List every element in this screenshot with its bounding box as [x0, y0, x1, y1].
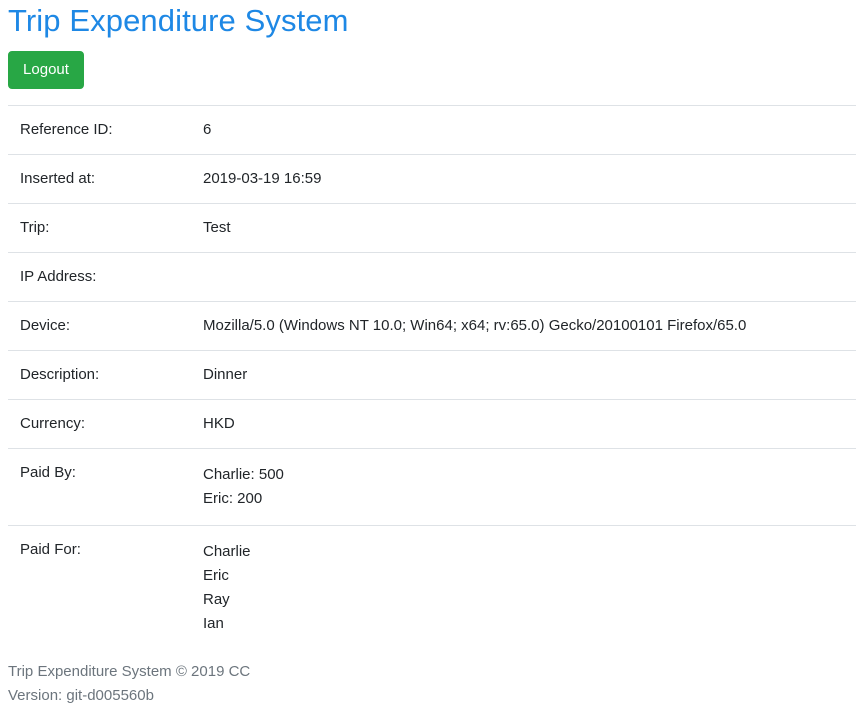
paid-by-list: Charlie: 500 Eric: 200 [191, 448, 856, 526]
table-row-ip-address: IP Address: [8, 252, 856, 302]
paid-by-entry: Charlie: 500 [203, 466, 284, 483]
footer: Trip Expenditure System © 2019 CC Versio… [8, 660, 250, 708]
reference-id-value: 6 [191, 105, 856, 155]
footer-copyright: Trip Expenditure System © 2019 CC [8, 663, 251, 680]
device-label: Device: [8, 301, 191, 351]
paid-for-entry: Eric [203, 567, 229, 584]
logout-button[interactable]: Logout [8, 51, 84, 89]
page-title: Trip Expenditure System [8, 3, 349, 38]
paid-for-label: Paid For: [8, 525, 191, 650]
main-container: Trip Expenditure System Logout Reference… [8, 0, 856, 650]
paid-by-entry: Eric: 200 [203, 490, 263, 507]
table-row-trip: Trip: Test [8, 203, 856, 253]
ip-address-value [191, 252, 856, 302]
reference-id-label: Reference ID: [8, 105, 191, 155]
table-row-description: Description: Dinner [8, 350, 856, 400]
trip-value: Test [191, 203, 856, 253]
inserted-at-value: 2019-03-19 16:59 [191, 154, 856, 204]
description-label: Description: [8, 350, 191, 400]
table-row-device: Device: Mozilla/5.0 (Windows NT 10.0; Wi… [8, 301, 856, 351]
paid-for-entry: Ian [203, 615, 224, 632]
footer-version: Version: git-d005560b [8, 687, 154, 704]
table-row-paid-by: Paid By: Charlie: 500 Eric: 200 [8, 448, 856, 526]
currency-label: Currency: [8, 399, 191, 449]
device-value: Mozilla/5.0 (Windows NT 10.0; Win64; x64… [191, 301, 856, 351]
paid-for-entry: Charlie [203, 543, 251, 560]
expense-detail-table: Reference ID: 6 Inserted at: 2019-03-19 … [8, 105, 856, 650]
inserted-at-label: Inserted at: [8, 154, 191, 204]
description-value: Dinner [191, 350, 856, 400]
ip-address-label: IP Address: [8, 252, 191, 302]
table-row-inserted-at: Inserted at: 2019-03-19 16:59 [8, 154, 856, 204]
trip-label: Trip: [8, 203, 191, 253]
paid-for-list: Charlie Eric Ray Ian [191, 525, 856, 650]
table-row-paid-for: Paid For: Charlie Eric Ray Ian [8, 525, 856, 650]
table-row-currency: Currency: HKD [8, 399, 856, 449]
currency-value: HKD [191, 399, 856, 449]
table-row-reference-id: Reference ID: 6 [8, 105, 856, 155]
paid-for-entry: Ray [203, 591, 230, 608]
paid-by-label: Paid By: [8, 448, 191, 526]
